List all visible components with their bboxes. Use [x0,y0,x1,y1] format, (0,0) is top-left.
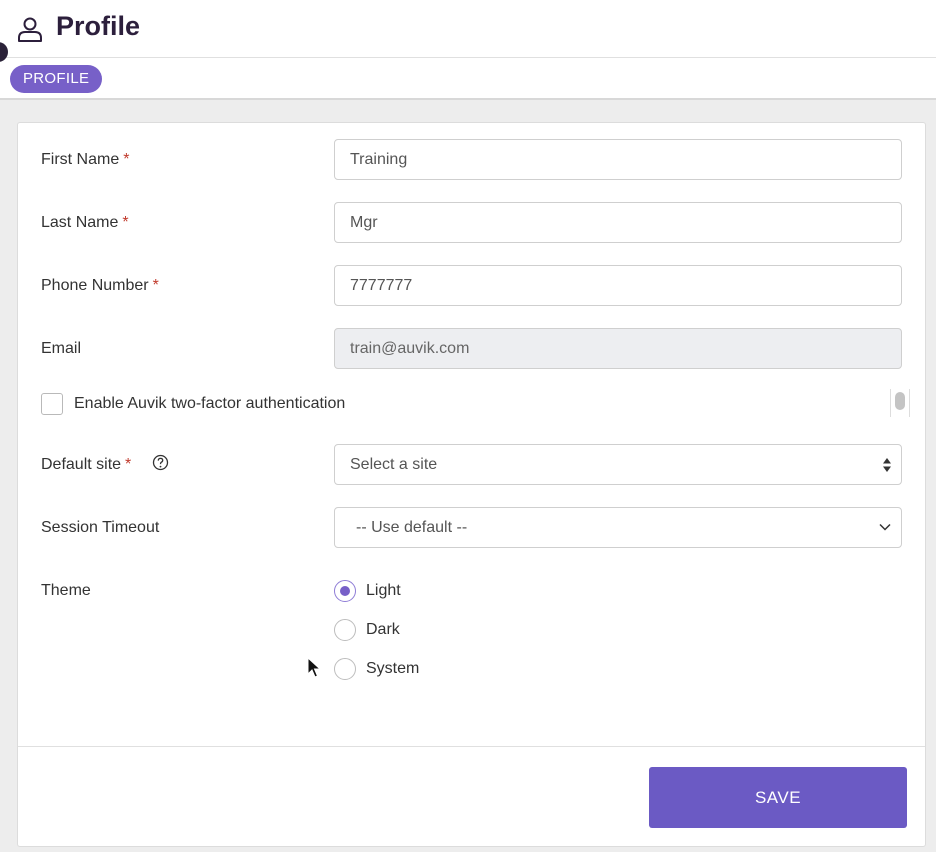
save-button[interactable]: SAVE [649,767,907,828]
required-mark: * [125,456,132,473]
session-timeout-select[interactable]: -- Use default -- [334,507,902,548]
two-factor-checkbox[interactable] [41,393,63,415]
session-timeout-value: -- Use default -- [356,519,468,536]
email-label: Email [41,340,82,357]
last-name-label: Last Name * [41,214,129,232]
first-name-input[interactable] [334,139,902,180]
page-header: Profile [0,0,936,58]
page-title: Profile [56,11,141,41]
tab-bar: PROFILE [0,58,936,100]
footer-divider [18,746,925,747]
mouse-cursor-icon [307,657,321,678]
first-name-label-text: First Name [41,151,120,168]
chevron-down-icon [879,523,891,531]
email-input [334,328,902,369]
theme-radio-system[interactable] [334,658,356,680]
user-icon [18,17,42,42]
phone-number-input[interactable] [334,265,902,306]
default-site-select[interactable]: Select a site [334,444,902,485]
theme-option-light-label[interactable]: Light [366,582,401,600]
theme-option-dark-label[interactable]: Dark [366,621,400,639]
default-site-label-text: Default site [41,456,122,473]
theme-radio-dark[interactable] [334,619,356,641]
required-mark: * [123,151,130,168]
required-mark: * [122,214,129,231]
theme-label: Theme [41,582,91,599]
required-mark: * [152,277,159,294]
theme-radio-light[interactable] [334,580,356,602]
scrollbar-thumb[interactable] [895,392,905,410]
theme-option-system-label[interactable]: System [366,660,419,678]
profile-form-card: First Name* Last Name* Phone Number* Ema… [17,122,926,847]
last-name-label-text: Last Name [41,214,119,231]
phone-number-label: Phone Number * [41,277,159,295]
scrollbar[interactable] [890,389,910,417]
question-circle-icon[interactable] [152,454,169,471]
phone-number-label-text: Phone Number [41,277,149,294]
session-timeout-label: Session Timeout [41,519,160,536]
two-factor-label[interactable]: Enable Auvik two-factor authentication [74,395,345,413]
up-down-arrows-icon [883,458,891,472]
last-name-input[interactable] [334,202,902,243]
tab-profile[interactable]: PROFILE [10,65,103,93]
first-name-label: First Name * [41,151,129,169]
default-site-value: Select a site [350,456,438,473]
default-site-label: Default site * [41,456,131,474]
